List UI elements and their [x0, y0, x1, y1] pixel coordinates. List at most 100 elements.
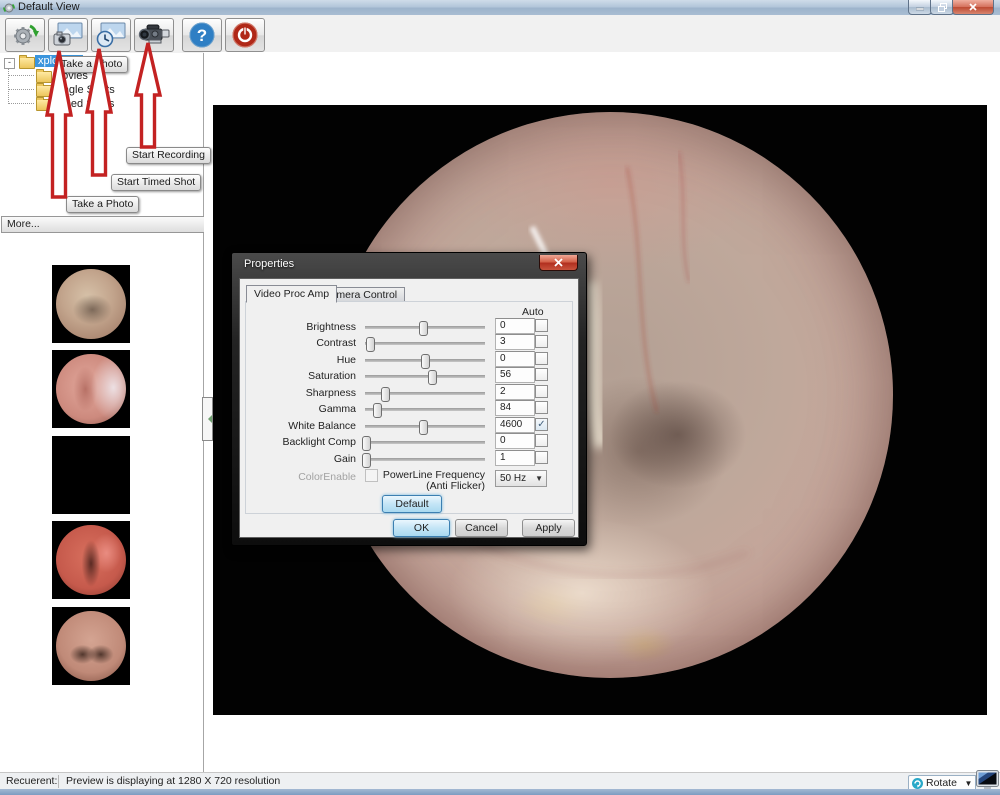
contrast-row: Contrast 3	[246, 336, 572, 350]
window-title: Default View	[18, 1, 80, 13]
slider-label: Saturation	[246, 370, 356, 382]
record-video-icon	[138, 22, 170, 48]
powerline-frequency-label: PowerLine Frequency (Anti Flicker)	[375, 470, 485, 492]
hue-value[interactable]: 0	[495, 351, 535, 367]
dialog-close-button[interactable]	[539, 255, 578, 271]
folder-icon	[36, 99, 52, 111]
panel-collapse-handle[interactable]	[202, 397, 213, 441]
brightness-value[interactable]: 0	[495, 318, 535, 334]
backlight-comp-value[interactable]: 0	[495, 433, 535, 449]
apply-button[interactable]: Apply	[522, 519, 575, 537]
tree-expander[interactable]: -	[4, 58, 15, 69]
power-button[interactable]	[225, 18, 265, 52]
default-button[interactable]: Default	[382, 495, 442, 513]
powerline-frequency-select[interactable]: 50 Hz ▼	[495, 470, 547, 487]
brightness-auto-checkbox[interactable]	[535, 319, 548, 332]
thumbnail-nasal-passage[interactable]	[52, 350, 130, 428]
thumbnail-image	[56, 525, 126, 595]
close-button[interactable]	[952, 0, 994, 15]
thumbnail-image	[56, 354, 126, 424]
slider-thumb[interactable]	[362, 436, 371, 451]
saturation-row: Saturation 56	[246, 369, 572, 383]
slider-label: Contrast	[246, 337, 356, 349]
white-balance-value[interactable]: 4600	[495, 417, 535, 433]
slider-label: Gamma	[246, 403, 356, 415]
properties-dialog: Properties Video Proc Amp Camera Control…	[231, 252, 587, 546]
gamma-row: Gamma 84	[246, 402, 572, 416]
saturation-auto-checkbox[interactable]	[535, 368, 548, 381]
gamma-auto-checkbox[interactable]	[535, 401, 548, 414]
white-balance-slider[interactable]	[365, 425, 485, 428]
slider-thumb[interactable]	[362, 453, 371, 468]
sharpness-value[interactable]: 2	[495, 384, 535, 400]
thumbnail-epiglottis[interactable]	[52, 607, 130, 685]
saturation-slider[interactable]	[365, 375, 485, 378]
chevron-down-icon: ▼	[535, 471, 543, 486]
brightness-slider[interactable]	[365, 326, 485, 329]
thumbnail-ear-canal[interactable]	[52, 265, 130, 343]
sharpness-slider[interactable]	[365, 392, 485, 395]
more-button[interactable]: More...	[1, 216, 208, 233]
ok-button[interactable]: OK	[393, 519, 450, 537]
saturation-value[interactable]: 56	[495, 367, 535, 383]
gamma-value[interactable]: 84	[495, 400, 535, 416]
thumbnail-throat[interactable]	[52, 436, 130, 514]
settings-gear-icon	[11, 21, 39, 49]
tree-item-single-shots[interactable]: Single Shots	[53, 84, 115, 96]
slider-thumb[interactable]	[366, 337, 375, 352]
slider-label: Gain	[246, 453, 356, 465]
timed-shot-button[interactable]	[91, 18, 131, 52]
contrast-auto-checkbox[interactable]	[535, 335, 548, 348]
take-photo-button[interactable]	[48, 18, 88, 52]
annotation-take-a-photo: Take a Photo	[66, 196, 139, 213]
backlight-comp-slider[interactable]	[365, 441, 485, 444]
hue-auto-checkbox[interactable]	[535, 352, 548, 365]
tab-video-proc-amp[interactable]: Video Proc Amp	[246, 285, 337, 303]
slider-label: Brightness	[246, 321, 356, 333]
title-bar: Default View	[0, 0, 1000, 16]
help-icon: ?	[188, 21, 216, 49]
slider-label: White Balance	[246, 420, 356, 432]
white-balance-auto-checkbox[interactable]: ✓	[535, 418, 548, 431]
dialog-title: Properties	[244, 258, 294, 270]
gain-value[interactable]: 1	[495, 450, 535, 466]
minimize-button[interactable]	[908, 0, 932, 15]
application-window: Default View	[0, 0, 1000, 795]
annotation-start-timed-shot: Start Timed Shot	[111, 174, 201, 191]
slider-thumb[interactable]	[419, 321, 428, 336]
auto-column-header: Auto	[522, 306, 558, 318]
slider-thumb[interactable]	[381, 387, 390, 402]
slider-thumb[interactable]	[428, 370, 437, 385]
restore-button[interactable]	[930, 0, 954, 15]
gain-slider[interactable]	[365, 458, 485, 461]
slider-thumb[interactable]	[421, 354, 430, 369]
backlight-comp-auto-checkbox[interactable]	[535, 434, 548, 447]
sharpness-row: Sharpness 2	[246, 386, 572, 400]
gamma-slider[interactable]	[365, 408, 485, 411]
slider-label: Sharpness	[246, 387, 356, 399]
sharpness-auto-checkbox[interactable]	[535, 385, 548, 398]
tree-connector	[8, 89, 34, 90]
record-video-button[interactable]	[134, 18, 174, 52]
color-enable-row: ColorEnable PowerLine Frequency (Anti Fl…	[246, 470, 572, 484]
power-icon	[231, 21, 259, 49]
slider-thumb[interactable]	[419, 420, 428, 435]
annotation-start-recording: Start Recording	[126, 147, 211, 164]
minimize-icon	[916, 3, 924, 11]
settings-button[interactable]	[5, 18, 45, 52]
tree-connector	[8, 75, 34, 76]
hue-slider[interactable]	[365, 359, 485, 362]
cancel-button[interactable]: Cancel	[455, 519, 508, 537]
contrast-slider[interactable]	[365, 342, 485, 345]
brightness-row: Brightness 0	[246, 320, 572, 334]
close-icon	[969, 3, 977, 11]
contrast-value[interactable]: 3	[495, 334, 535, 350]
help-button[interactable]: ?	[182, 18, 222, 52]
status-bar: Recuerent: Preview is displaying at 1280…	[0, 772, 1000, 790]
tree-item-timed-shots[interactable]: Timed Shots	[53, 98, 114, 110]
thumbnail-image	[56, 440, 126, 510]
thumbnail-nasal-cavity[interactable]	[52, 521, 130, 599]
slider-thumb[interactable]	[373, 403, 382, 418]
dialog-client-area: Video Proc Amp Camera Control Auto Brigh…	[239, 278, 579, 538]
gain-auto-checkbox[interactable]	[535, 451, 548, 464]
